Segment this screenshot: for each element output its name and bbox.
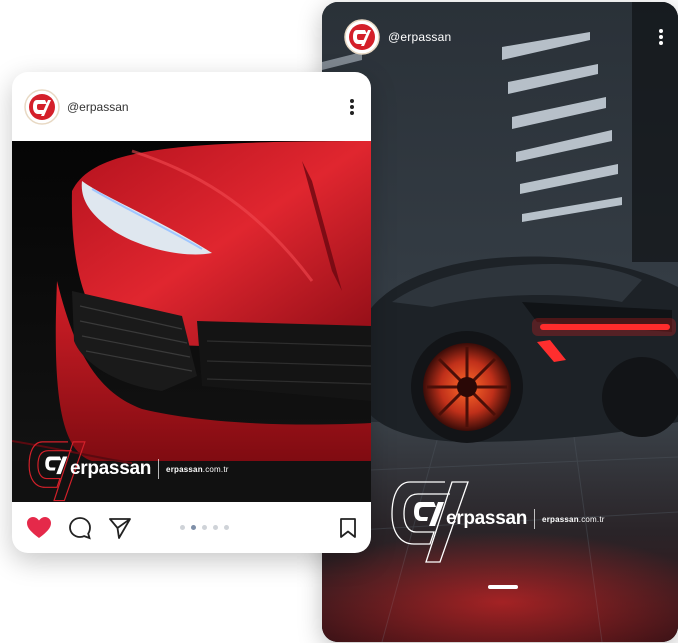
story-progress-bar [488, 585, 518, 589]
paper-plane-icon[interactable] [108, 516, 132, 540]
post-header: @erpassan [12, 72, 371, 141]
carousel-dot[interactable] [180, 525, 185, 530]
story-avatar[interactable] [344, 19, 380, 55]
carousel-dot[interactable] [224, 525, 229, 530]
story-brand-watermark: erpassan erpassan.com.tr [390, 474, 605, 564]
post-brand-watermark: erpassan erpassan.com.tr [22, 436, 229, 502]
brand-logo-icon [24, 88, 60, 125]
post-username[interactable]: @erpassan [67, 100, 129, 114]
brand-divider [158, 459, 160, 479]
bookmark-icon[interactable] [339, 517, 357, 539]
carousel-dot[interactable] [213, 525, 218, 530]
carousel-indicator [180, 525, 229, 530]
brand-divider [534, 509, 536, 529]
carousel-dot[interactable] [202, 525, 207, 530]
brand-logo-icon [344, 19, 380, 55]
comment-bubble-icon[interactable] [68, 516, 92, 540]
carousel-dot[interactable] [191, 525, 196, 530]
heart-icon[interactable] [26, 516, 52, 540]
story-header: @erpassan [322, 2, 678, 72]
story-username[interactable]: @erpassan [388, 30, 451, 44]
post-brand-name: erpassan [70, 458, 152, 479]
post-brand-url: erpassan.com.tr [166, 464, 229, 474]
post-actions-bar [12, 502, 371, 553]
more-vertical-icon[interactable] [349, 98, 355, 116]
more-vertical-icon[interactable] [658, 28, 664, 46]
story-brand-url: erpassan.com.tr [542, 514, 605, 524]
story-brand-name: erpassan [446, 508, 528, 529]
post-card[interactable]: @erpassan erpassan erpassan.com.tr [12, 72, 371, 553]
post-avatar[interactable] [24, 88, 60, 125]
story-card[interactable]: @erpassan erpassan erpassan.com.tr [322, 2, 678, 642]
